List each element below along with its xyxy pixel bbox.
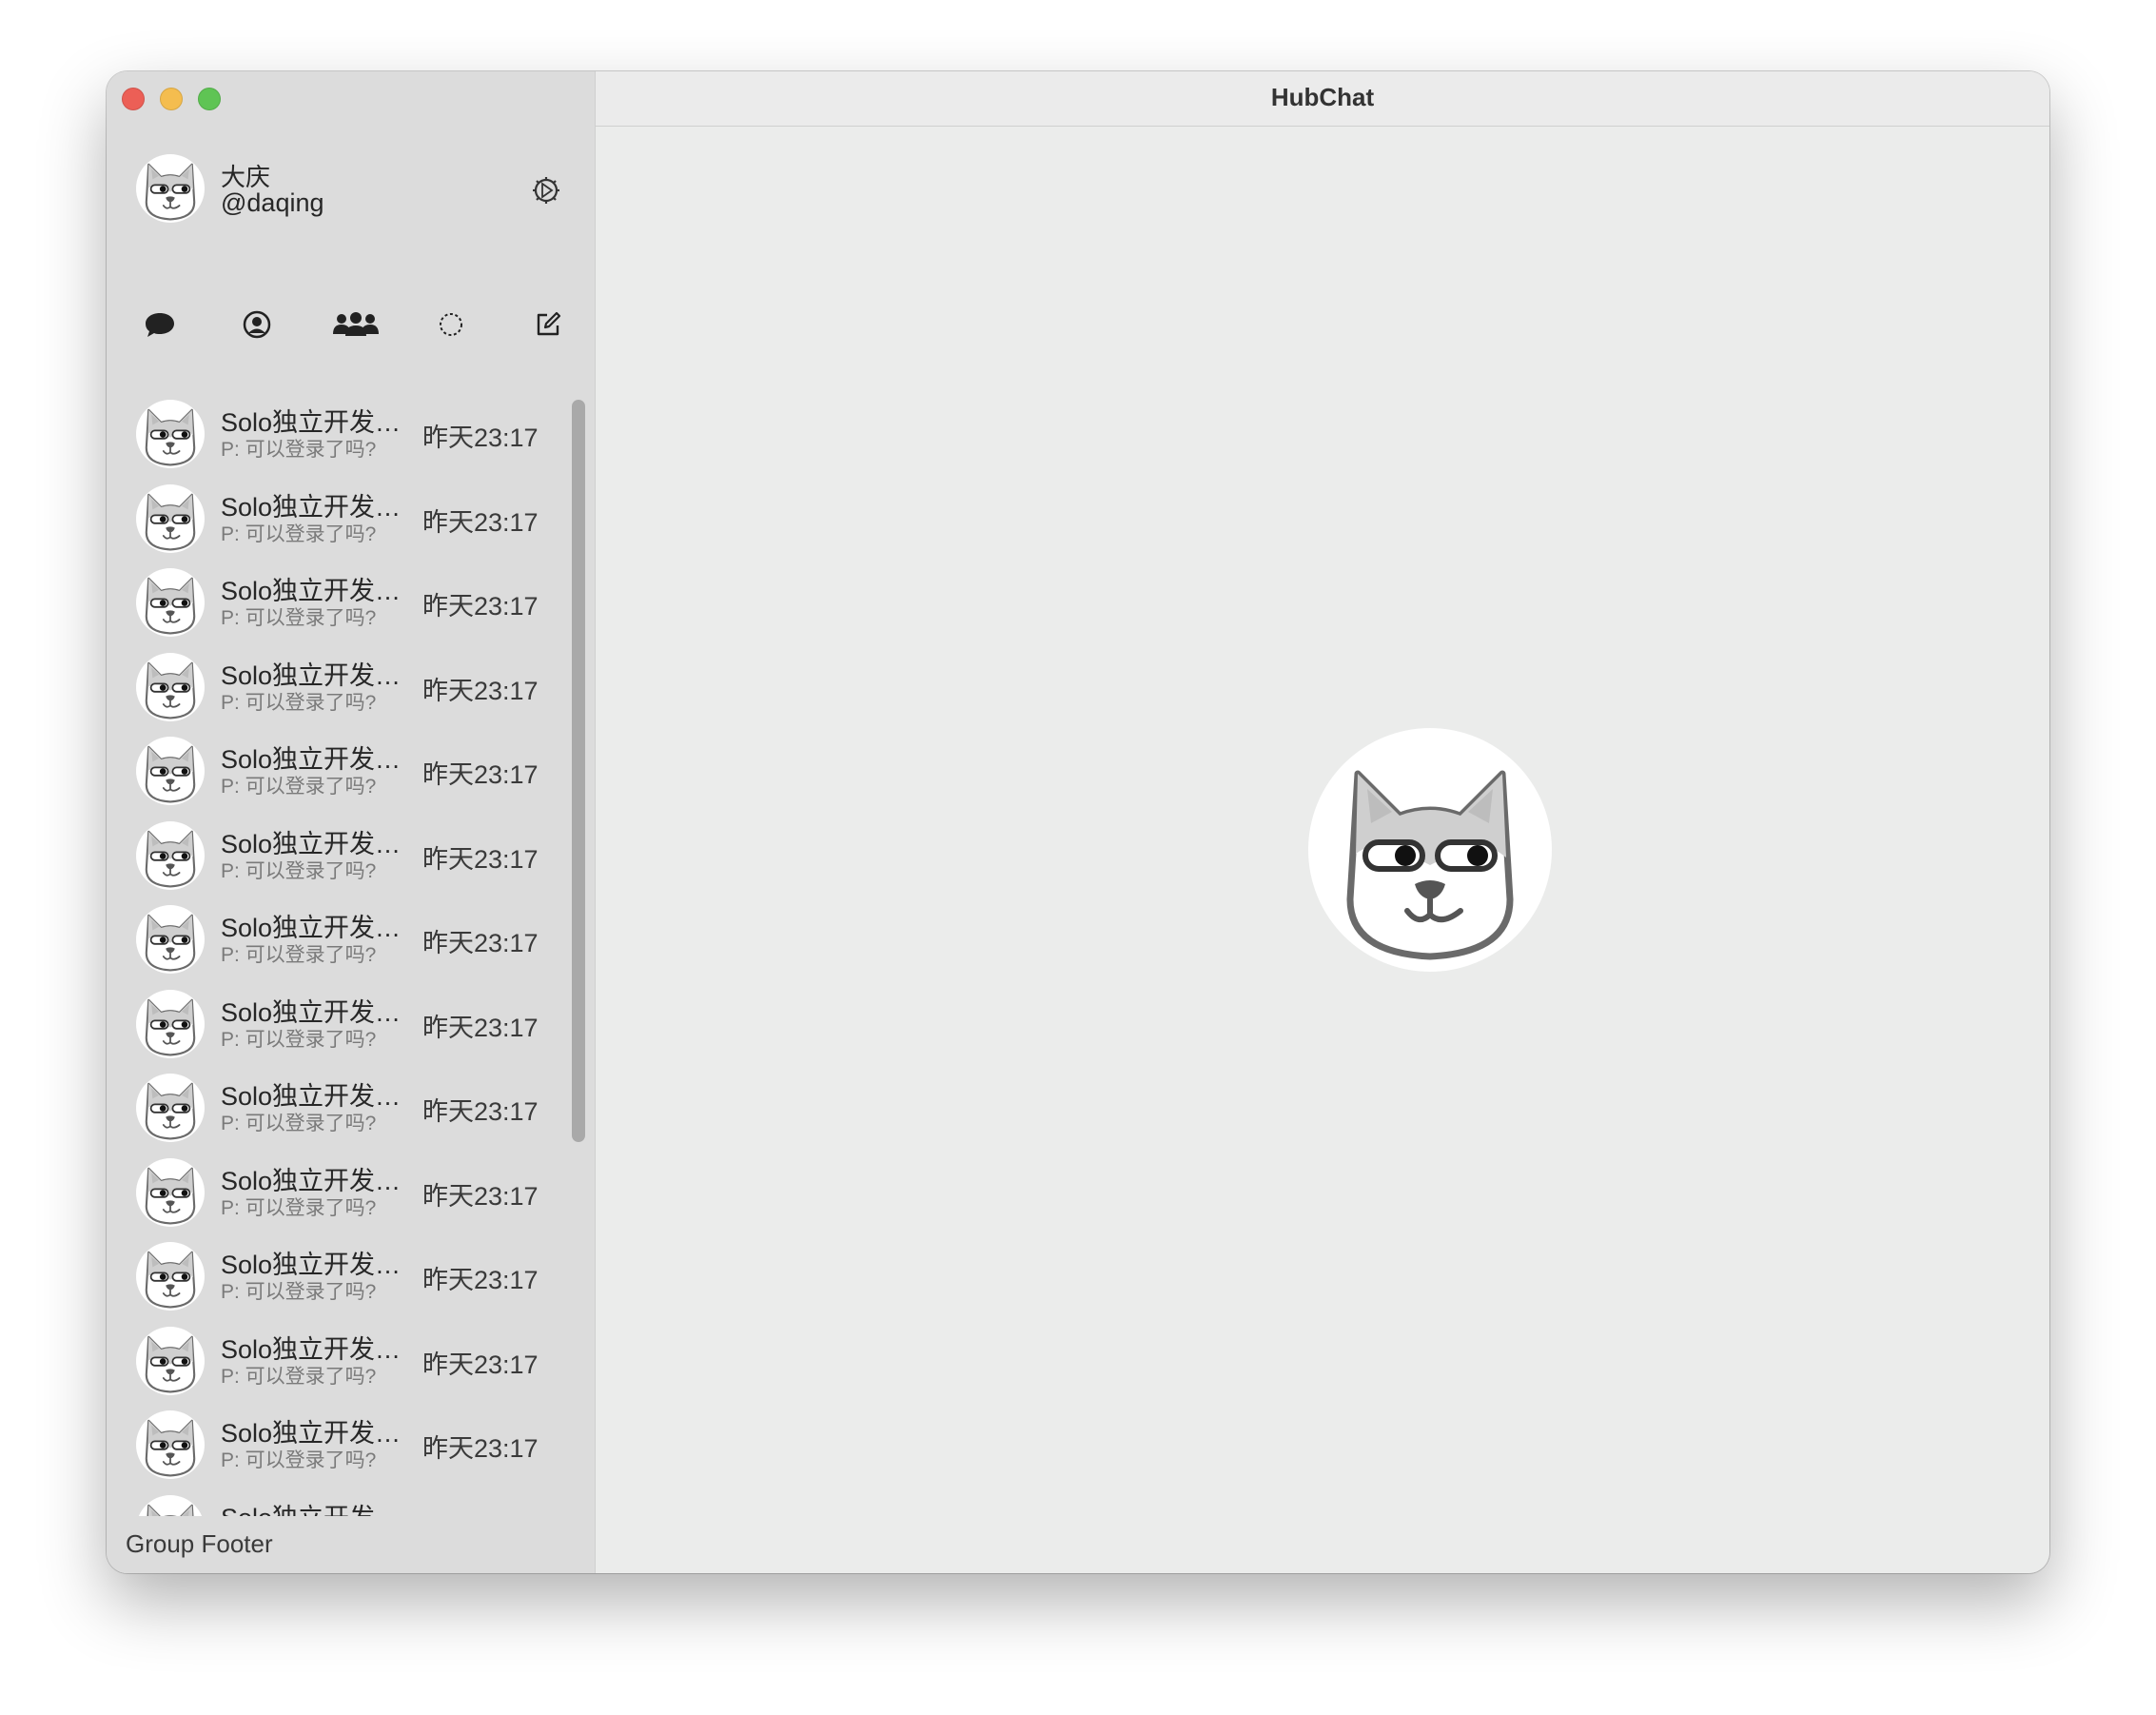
shiba-dog-avatar-icon	[136, 1410, 205, 1479]
shiba-dog-avatar-icon	[136, 1326, 205, 1395]
compose-icon	[537, 311, 561, 336]
tab-contacts[interactable]	[236, 304, 278, 345]
conversation-time: 昨天23:17	[422, 507, 539, 537]
conversation-item[interactable]: Solo独立开发…P: 可以登录了吗?昨天23:17	[107, 820, 573, 905]
shiba-dog-avatar-icon	[136, 483, 205, 553]
user-profile[interactable]: 大庆 @daqing	[136, 154, 574, 230]
conversation-preview: P: 可以登录了吗?	[221, 439, 377, 461]
main-panel: HubChat	[596, 71, 2049, 1573]
conversation-time: 昨天23:17	[422, 592, 539, 621]
shiba-dog-avatar-icon	[136, 568, 205, 637]
tab-compose[interactable]	[527, 304, 569, 345]
conversation-item[interactable]: Solo独立开发…P: 可以登录了吗?昨天23:17	[107, 1157, 573, 1242]
conversation-preview: P: 可以登录了吗?	[221, 522, 377, 545]
shiba-dog-avatar-icon	[136, 1157, 205, 1227]
conversation-preview: P: 可以登录了吗?	[221, 859, 377, 882]
minimize-button[interactable]	[160, 88, 183, 110]
conversation-preview: P: 可以登录了吗?	[221, 776, 377, 798]
window-controls	[122, 88, 221, 110]
conversation-time: 昨天23:17	[422, 1350, 539, 1379]
conversation-time: 昨天23:17	[422, 1181, 539, 1211]
conversation-time: 昨天23:17	[422, 929, 539, 957]
conversation-item[interactable]: Solo独立开发…P: 可以登录了吗?昨天23:17	[107, 905, 573, 989]
dashed-circle-icon	[440, 313, 462, 336]
conversation-preview: P: 可以登录了吗?	[221, 1196, 377, 1219]
conversation-time: 昨天23:17	[422, 1434, 539, 1463]
conversation-time: 昨天23:17	[422, 1266, 539, 1294]
tab-chats[interactable]	[139, 304, 181, 345]
shiba-dog-avatar-icon	[136, 820, 205, 890]
conversation-preview: P: 可以登录了吗?	[221, 1365, 377, 1388]
chat-bubble-icon	[146, 313, 174, 337]
conversation-item[interactable]: Solo独立开发…P: 可以登录了吗?昨天23:17	[107, 1242, 573, 1326]
shiba-dog-logo-icon	[1308, 728, 1552, 972]
conversation-item[interactable]: Solo独立开发…P: 可以登录了吗?昨天23:17	[107, 483, 573, 568]
conversation-item[interactable]: Solo独立开发…P: 可以登录了吗?昨天23:17	[107, 568, 573, 652]
profile-handle: @daqing	[221, 188, 324, 217]
shiba-dog-avatar-icon	[136, 400, 205, 468]
shiba-dog-avatar-icon	[136, 737, 205, 805]
tab-moments[interactable]	[430, 304, 472, 345]
app-window: 大庆 @daqing Solo独立开发… P: 可以登录了吗? 昨天23:17 …	[107, 71, 2049, 1573]
conversation-time: 昨天23:17	[422, 760, 539, 789]
zoom-button[interactable]	[198, 88, 221, 110]
conversation-preview: P: 可以登录了吗?	[221, 944, 377, 966]
empty-state-logo	[1308, 728, 1552, 972]
conversation-item[interactable]: Solo独立开发…P: 可以登录了吗?昨天23:17	[107, 989, 573, 1074]
conversation-time: 昨天23:17	[422, 844, 539, 874]
person-circle-icon	[243, 310, 271, 339]
conversation-time: 昨天23:17	[422, 424, 539, 452]
group-people-icon	[333, 312, 379, 336]
window-title: HubChat	[1270, 83, 1375, 111]
conversation-preview: P: 可以登录了吗?	[221, 1028, 377, 1051]
settings-gear-icon[interactable]	[530, 174, 562, 207]
tab-bar	[107, 304, 595, 345]
conversation-time: 昨天23:17	[422, 1013, 539, 1042]
conversation-time: 昨天23:17	[422, 1097, 539, 1126]
conversation-item[interactable]: Solo独立开发…P: 可以登录了吗?昨天23:17	[107, 737, 573, 820]
sidebar: 大庆 @daqing Solo独立开发… P: 可以登录了吗? 昨天23:17 …	[107, 71, 596, 1573]
sidebar-footer: Group Footer	[107, 1516, 595, 1573]
shiba-dog-avatar-icon	[136, 989, 205, 1058]
conversation-item[interactable]: Solo独立开发…P: 可以登录了吗?昨天23:17	[107, 1074, 573, 1157]
group-footer-label: Group Footer	[126, 1529, 273, 1558]
conversation-preview: P: 可以登录了吗?	[221, 607, 377, 629]
conversation-item[interactable]: Solo独立开发…P: 可以登录了吗?昨天23:17	[107, 400, 573, 483]
shiba-dog-avatar-icon	[136, 905, 205, 974]
conversation-preview: P: 可以登录了吗?	[221, 1449, 377, 1471]
conversation-item[interactable]: Solo独立开发…P: 可以登录了吗?昨天23:17	[107, 652, 573, 737]
conversation-preview: P: 可以登录了吗?	[221, 1281, 377, 1303]
shiba-dog-avatar-icon	[136, 1242, 205, 1311]
title-bar: HubChat	[596, 71, 2049, 127]
conversation-list-scrollbar[interactable]	[572, 400, 585, 1142]
conversation-item[interactable]: Solo独立开发…P: 可以登录了吗?昨天23:17	[107, 1410, 573, 1494]
tab-groups[interactable]	[329, 304, 382, 345]
close-button[interactable]	[122, 88, 145, 110]
shiba-dog-avatar-icon	[136, 652, 205, 721]
shiba-dog-avatar-icon[interactable]	[136, 154, 205, 223]
conversation-time: 昨天23:17	[422, 676, 539, 705]
conversation-item[interactable]: Solo独立开发…P: 可以登录了吗?昨天23:17	[107, 1326, 573, 1410]
shiba-dog-avatar-icon	[136, 1074, 205, 1142]
conversation-list[interactable]: Solo独立开发… P: 可以登录了吗? 昨天23:17 Solo独立开发… P: 可以…	[107, 385, 595, 1573]
conversation-preview: P: 可以登录了吗?	[221, 1113, 377, 1134]
conversation-preview: P: 可以登录了吗?	[221, 691, 377, 714]
